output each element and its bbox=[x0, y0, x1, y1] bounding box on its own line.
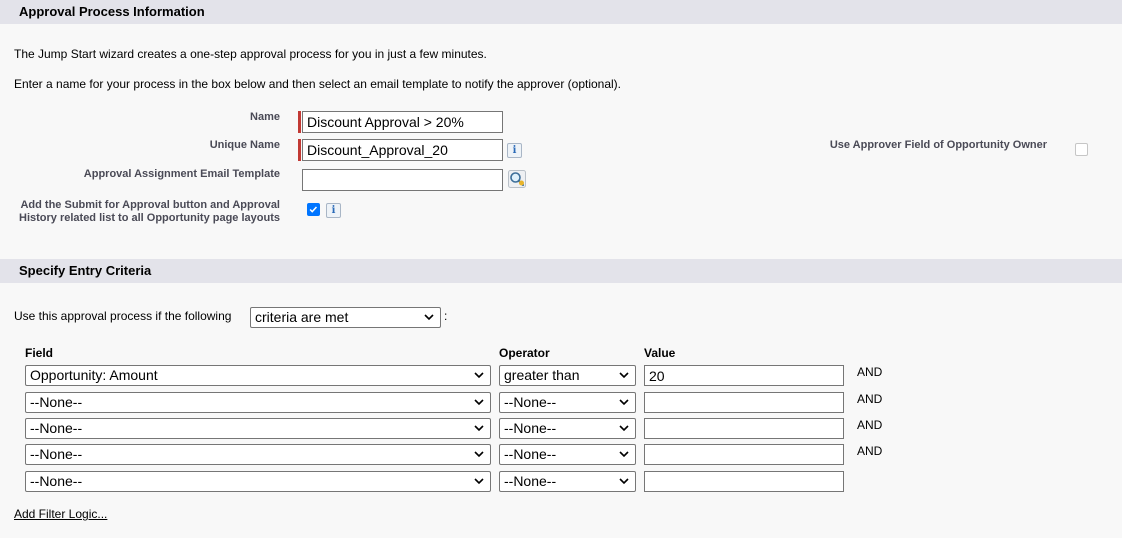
criteria-row-2-and: AND bbox=[857, 392, 883, 406]
operator-column-header: Operator bbox=[499, 346, 550, 360]
email-template-input[interactable] bbox=[302, 169, 503, 191]
criteria-colon: : bbox=[444, 309, 448, 323]
criteria-row-1-field-select[interactable]: Opportunity: Amount bbox=[25, 365, 491, 386]
submit-approval-label: Add the Submit for Approval button and A… bbox=[19, 199, 280, 224]
intro-line-1: The Jump Start wizard creates a one-step… bbox=[14, 47, 487, 61]
chevron-down-icon bbox=[474, 425, 484, 432]
criteria-row-3-and: AND bbox=[857, 418, 883, 432]
name-input[interactable] bbox=[302, 111, 503, 133]
unique-name-info-icon[interactable]: i bbox=[507, 143, 522, 158]
value-column-header: Value bbox=[644, 346, 676, 360]
criteria-row-2-value-input[interactable] bbox=[644, 392, 844, 413]
chevron-down-icon bbox=[619, 372, 629, 379]
criteria-row-4-operator-select[interactable]: --None-- bbox=[499, 444, 636, 465]
approver-field-label: Use Approver Field of Opportunity Owner bbox=[829, 139, 1047, 151]
use-if-text: Use this approval process if the followi… bbox=[14, 309, 232, 323]
criteria-row-4-operator-value: --None-- bbox=[504, 446, 557, 462]
criteria-row-4-field-select[interactable]: --None-- bbox=[25, 444, 491, 465]
chevron-down-icon bbox=[619, 425, 629, 432]
unique-name-input[interactable] bbox=[302, 139, 503, 161]
entry-criteria-header: Specify Entry Criteria bbox=[0, 259, 1122, 283]
approver-field-checkbox[interactable] bbox=[1075, 143, 1088, 156]
chevron-down-icon bbox=[474, 478, 484, 485]
criteria-row-3-field-value: --None-- bbox=[30, 420, 83, 436]
name-required-indicator bbox=[298, 111, 301, 133]
approval-info-header: Approval Process Information bbox=[0, 0, 1122, 24]
criteria-row-4-and: AND bbox=[857, 444, 883, 458]
criteria-row-1-and: AND bbox=[857, 365, 883, 379]
chevron-down-icon bbox=[619, 399, 629, 406]
entry-criteria-title: Specify Entry Criteria bbox=[19, 263, 152, 278]
criteria-row-5-field-select[interactable]: --None-- bbox=[25, 471, 491, 492]
intro-line-2: Enter a name for your process in the box… bbox=[14, 77, 622, 91]
criteria-row-5-operator-select[interactable]: --None-- bbox=[499, 471, 636, 492]
criteria-row-4-value-input[interactable] bbox=[644, 444, 844, 465]
chevron-down-icon bbox=[474, 372, 484, 379]
criteria-row-1-operator-select[interactable]: greater than bbox=[499, 365, 636, 386]
criteria-row-2-operator-select[interactable]: --None-- bbox=[499, 392, 636, 413]
criteria-row-3-value-input[interactable] bbox=[644, 418, 844, 439]
criteria-row-5-operator-value: --None-- bbox=[504, 473, 557, 489]
unique-name-required-indicator bbox=[298, 139, 301, 161]
criteria-row-2-operator-value: --None-- bbox=[504, 394, 557, 410]
chevron-down-icon bbox=[619, 478, 629, 485]
add-filter-logic-link[interactable]: Add Filter Logic... bbox=[14, 507, 107, 521]
submit-approval-info-icon[interactable]: i bbox=[326, 203, 341, 218]
criteria-row-2-field-value: --None-- bbox=[30, 394, 83, 410]
criteria-row-5-value-input[interactable] bbox=[644, 471, 844, 492]
criteria-row-3-operator-select[interactable]: --None-- bbox=[499, 418, 636, 439]
criteria-mode-select[interactable]: criteria are met bbox=[250, 307, 441, 328]
criteria-row-3-field-select[interactable]: --None-- bbox=[25, 418, 491, 439]
criteria-mode-value: criteria are met bbox=[255, 309, 349, 325]
chevron-down-icon bbox=[619, 451, 629, 458]
criteria-row-4-field-value: --None-- bbox=[30, 446, 83, 462]
checkmark-icon bbox=[309, 206, 318, 213]
criteria-row-2-field-select[interactable]: --None-- bbox=[25, 392, 491, 413]
chevron-down-icon bbox=[474, 399, 484, 406]
lookup-magnifier-icon[interactable] bbox=[508, 170, 526, 188]
criteria-row-1-value-input[interactable] bbox=[644, 365, 844, 386]
field-column-header: Field bbox=[25, 346, 54, 360]
approval-info-title: Approval Process Information bbox=[19, 4, 205, 19]
chevron-down-icon bbox=[474, 451, 484, 458]
criteria-row-1-field-value: Opportunity: Amount bbox=[30, 367, 158, 383]
criteria-row-3-operator-value: --None-- bbox=[504, 420, 557, 436]
submit-approval-checkbox[interactable] bbox=[307, 203, 320, 216]
chevron-down-icon bbox=[424, 314, 434, 321]
name-label: Name bbox=[250, 111, 280, 123]
criteria-row-1-operator-value: greater than bbox=[504, 367, 580, 383]
email-template-label: Approval Assignment Email Template bbox=[83, 168, 280, 180]
criteria-row-5-field-value: --None-- bbox=[30, 473, 83, 489]
unique-name-label: Unique Name bbox=[209, 139, 280, 151]
